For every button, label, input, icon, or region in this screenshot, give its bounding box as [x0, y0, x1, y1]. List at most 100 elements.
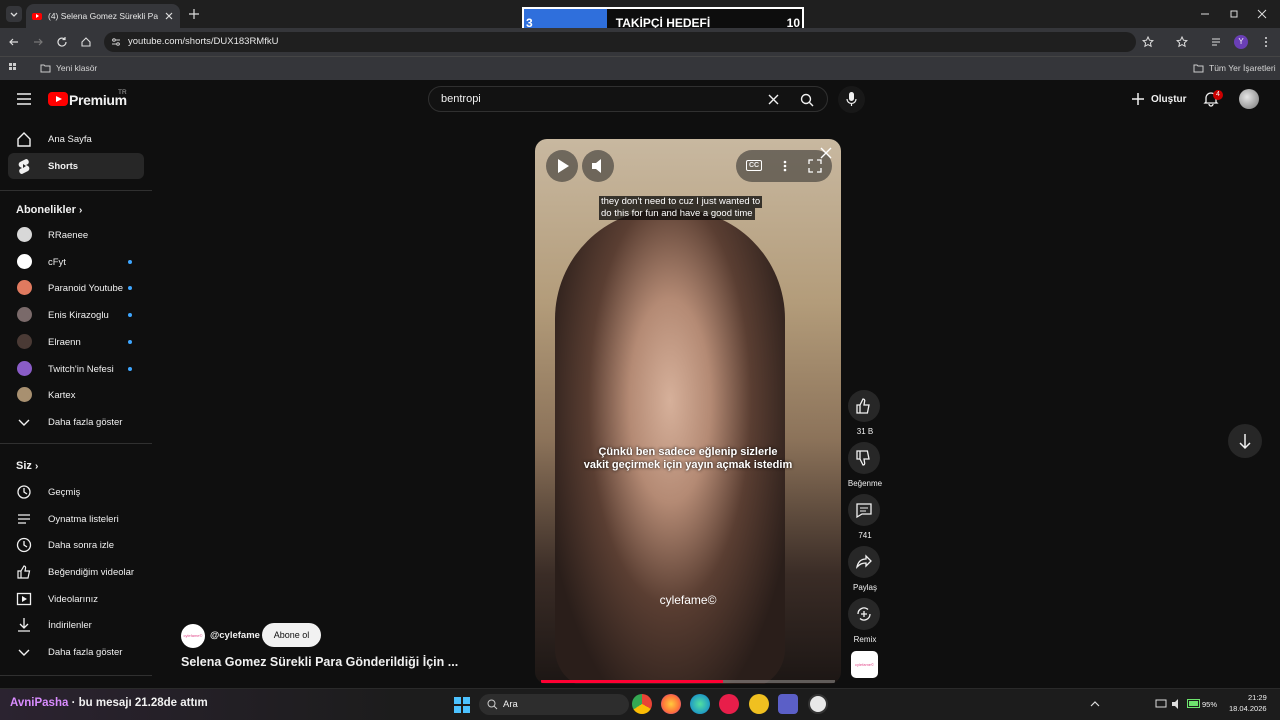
folder-icon	[40, 64, 51, 73]
channel-avatar	[17, 387, 32, 403]
back-icon[interactable]	[8, 36, 20, 48]
playlist-icon	[18, 514, 30, 524]
teams-app-icon[interactable]	[778, 694, 798, 714]
search-icon[interactable]	[800, 93, 814, 107]
like-button[interactable]	[848, 390, 880, 422]
sidebar-item-shorts[interactable]: Shorts	[8, 153, 144, 179]
sidebar-item-your-videos[interactable]: Videolarınız	[8, 586, 144, 612]
chrome-app-icon[interactable]	[632, 694, 652, 714]
sidebar-item-subscription[interactable]: RRaenee	[8, 222, 144, 248]
forward-icon[interactable]	[32, 36, 44, 48]
sidebar-item-subscription[interactable]: Twitch'in Nefesi	[8, 356, 144, 382]
profile-avatar[interactable]: Y	[1234, 35, 1248, 49]
comments-button[interactable]	[848, 494, 880, 526]
volume-button[interactable]	[582, 150, 614, 182]
firefox-app-icon[interactable]	[661, 694, 681, 714]
sidebar-item-subscription[interactable]: cFyt	[8, 249, 144, 275]
address-bar[interactable]: youtube.com/shorts/DUX183RMfkU	[104, 32, 1136, 52]
clear-search-icon[interactable]	[768, 94, 779, 105]
sidebar-item-home[interactable]: Ana Sayfa	[8, 126, 144, 152]
sidebar-item-downloads[interactable]: İndirilenler	[8, 612, 144, 638]
apps-grid-icon[interactable]	[8, 62, 20, 74]
star-icon[interactable]	[1142, 36, 1154, 48]
captions-button[interactable]: CC	[746, 160, 763, 171]
restore-icon[interactable]	[1229, 9, 1239, 19]
share-button[interactable]	[848, 546, 880, 578]
sidebar-item-label: Oynatma listeleri	[48, 514, 119, 525]
sidebar-item-label: İndirilenler	[48, 620, 92, 631]
youtube-logo[interactable]	[48, 92, 68, 106]
download-icon	[18, 618, 30, 632]
search-input[interactable]: bentropi	[428, 86, 828, 112]
clock-time[interactable]: 21:29	[1248, 693, 1267, 702]
play-button[interactable]	[546, 150, 578, 182]
sidebar-item-liked[interactable]: Beğendiğim videolar	[8, 559, 144, 585]
speaker-icon[interactable]	[1171, 698, 1183, 710]
sidebar-item-subscription[interactable]: Enis Kirazoglu	[8, 302, 144, 328]
account-avatar[interactable]	[1239, 89, 1259, 109]
tab-search-button[interactable]	[6, 6, 22, 22]
site-info-icon[interactable]	[111, 37, 121, 47]
close-tab-icon[interactable]	[164, 11, 174, 21]
show-more-button-2[interactable]: Daha fazla göster	[8, 639, 144, 665]
channel-name[interactable]: @cylefame	[210, 630, 260, 641]
subscribe-button[interactable]: Abone ol	[262, 623, 321, 647]
taskbar-search[interactable]: Ara	[479, 694, 629, 715]
home-icon[interactable]	[80, 36, 92, 48]
chevron-right-icon: ›	[34, 461, 39, 472]
chevron-up-icon[interactable]	[1090, 699, 1100, 709]
share-icon	[855, 554, 872, 569]
you-label: Siz	[16, 460, 32, 472]
subscriptions-header[interactable]: Abonelikler ›	[16, 204, 82, 216]
fullscreen-icon[interactable]	[808, 159, 822, 173]
github-app-icon[interactable]	[808, 694, 828, 714]
more-options-icon[interactable]	[778, 159, 792, 173]
sidebar-item-subscription[interactable]: Kartex	[8, 382, 144, 408]
show-more-button[interactable]: Daha fazla göster	[8, 409, 144, 435]
menu-kebab-icon[interactable]	[1260, 36, 1272, 48]
close-window-icon[interactable]	[1257, 9, 1267, 19]
sidebar: Ana Sayfa Shorts Abonelikler › RRaenee cF…	[0, 120, 160, 680]
all-bookmarks[interactable]: Tüm Yer İşaretleri	[1209, 63, 1276, 73]
warning-app-icon[interactable]	[749, 694, 769, 714]
reload-icon[interactable]	[56, 36, 68, 48]
create-button[interactable]: Oluştur	[1151, 94, 1187, 105]
hamburger-menu-icon[interactable]	[17, 93, 31, 105]
sidebar-item-label: Paranoid Youtube	[48, 283, 124, 295]
sidebar-item-playlists[interactable]: Oynatma listeleri	[8, 506, 144, 532]
chat-user: AvniPasha	[10, 697, 69, 709]
network-icon[interactable]	[1155, 698, 1167, 710]
extensions-icon[interactable]	[1176, 36, 1188, 48]
minimize-icon[interactable]	[1200, 9, 1210, 19]
new-content-dot	[128, 366, 132, 371]
channel-avatar[interactable]: cylefame©	[181, 624, 205, 648]
sidebar-item-history[interactable]: Geçmiş	[8, 479, 144, 505]
next-video-button[interactable]	[1228, 424, 1262, 458]
plus-icon	[1132, 93, 1144, 105]
video-title[interactable]: Selena Gomez Sürekli Para Gönderildiği İ…	[181, 655, 458, 669]
remix-button[interactable]	[848, 598, 880, 630]
edge-app-icon[interactable]	[690, 694, 710, 714]
dislike-button[interactable]	[848, 442, 880, 474]
sidebar-item-subscription[interactable]: Elraenn	[8, 329, 144, 355]
media-icon[interactable]	[1211, 36, 1223, 48]
shorts-icon	[18, 159, 30, 174]
you-header[interactable]: Siz ›	[16, 460, 38, 472]
close-icon[interactable]	[820, 147, 832, 159]
progress-track[interactable]	[541, 680, 835, 683]
voice-search-button[interactable]	[838, 86, 865, 113]
sound-thumbnail[interactable]: cylefame©	[851, 651, 878, 678]
sidebar-item-watch-later[interactable]: Daha sonra izle	[8, 532, 144, 558]
folder-icon	[1193, 64, 1204, 73]
sidebar-item-subscription[interactable]: Paranoid Youtube	[8, 275, 144, 301]
bookmark-folder[interactable]: Yeni klasör	[56, 63, 97, 73]
new-tab-icon[interactable]	[188, 8, 200, 20]
media-player-app-icon[interactable]	[719, 694, 739, 714]
short-video-player[interactable]: CC they don't need to cuz I just wanted …	[535, 139, 841, 684]
clock-date[interactable]: 18.04.2026	[1229, 704, 1267, 713]
remix-label: Remix	[853, 635, 877, 644]
battery-icon[interactable]	[1187, 699, 1201, 709]
windows-start-icon[interactable]	[454, 697, 470, 713]
browser-tab[interactable]: (4) Selena Gomez Sürekli Para Gö	[26, 4, 180, 28]
share-label: Paylaş	[852, 583, 877, 592]
